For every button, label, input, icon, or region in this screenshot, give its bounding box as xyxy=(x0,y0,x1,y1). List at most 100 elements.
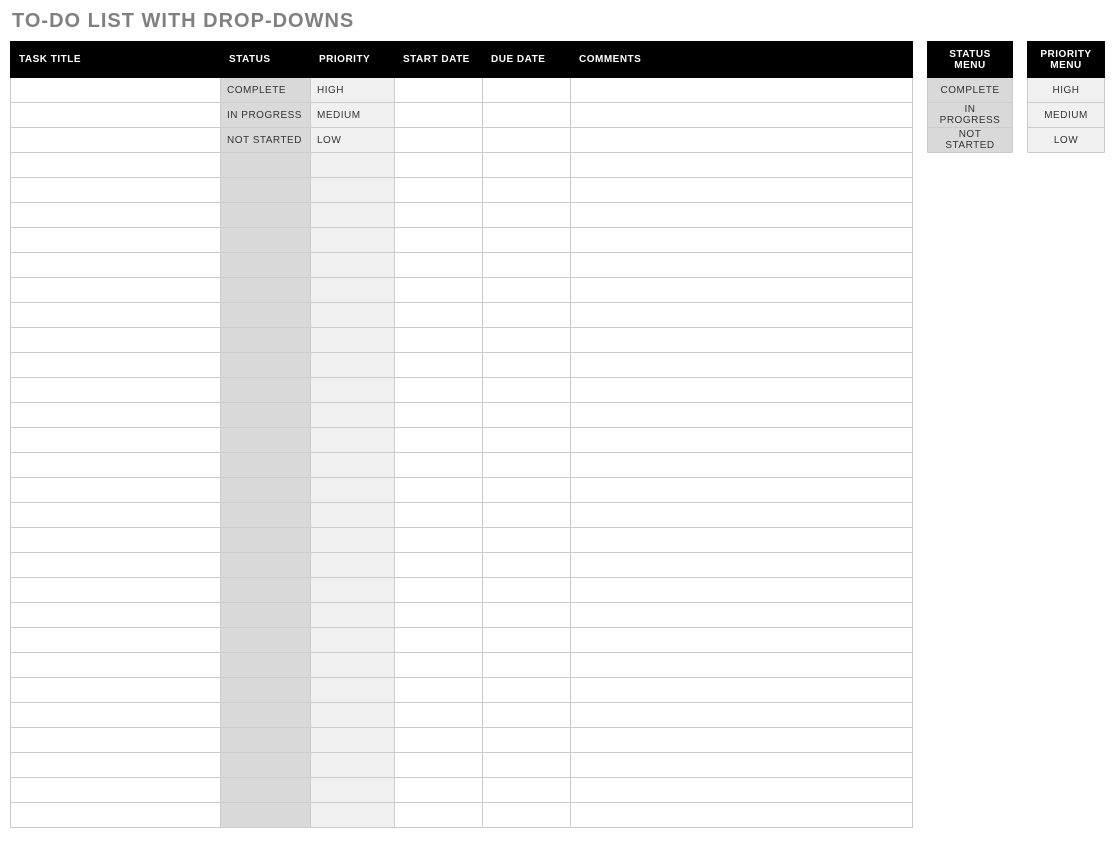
priority-cell[interactable] xyxy=(311,278,395,303)
start-date-cell[interactable] xyxy=(395,78,483,103)
comments-cell[interactable] xyxy=(571,653,913,678)
status-cell[interactable] xyxy=(221,528,311,553)
start-date-cell[interactable] xyxy=(395,428,483,453)
due-date-cell[interactable] xyxy=(483,203,571,228)
priority-cell[interactable] xyxy=(311,778,395,803)
start-date-cell[interactable] xyxy=(395,328,483,353)
priority-menu-item[interactable]: MEDIUM xyxy=(1028,103,1105,128)
status-cell[interactable] xyxy=(221,803,311,828)
due-date-cell[interactable] xyxy=(483,453,571,478)
task-cell[interactable] xyxy=(11,778,221,803)
task-cell[interactable] xyxy=(11,228,221,253)
due-date-cell[interactable] xyxy=(483,228,571,253)
due-date-cell[interactable] xyxy=(483,353,571,378)
status-menu-item[interactable]: NOT STARTED xyxy=(928,128,1013,153)
status-cell[interactable] xyxy=(221,553,311,578)
status-cell[interactable] xyxy=(221,453,311,478)
start-date-cell[interactable] xyxy=(395,528,483,553)
due-date-cell[interactable] xyxy=(483,628,571,653)
comments-cell[interactable] xyxy=(571,278,913,303)
start-date-cell[interactable] xyxy=(395,378,483,403)
priority-cell[interactable] xyxy=(311,553,395,578)
comments-cell[interactable] xyxy=(571,578,913,603)
start-date-cell[interactable] xyxy=(395,303,483,328)
start-date-cell[interactable] xyxy=(395,253,483,278)
comments-cell[interactable] xyxy=(571,203,913,228)
due-date-cell[interactable] xyxy=(483,103,571,128)
start-date-cell[interactable] xyxy=(395,803,483,828)
start-date-cell[interactable] xyxy=(395,578,483,603)
task-cell[interactable] xyxy=(11,553,221,578)
status-cell[interactable] xyxy=(221,503,311,528)
task-cell[interactable] xyxy=(11,728,221,753)
task-cell[interactable] xyxy=(11,353,221,378)
due-date-cell[interactable] xyxy=(483,303,571,328)
priority-cell[interactable] xyxy=(311,303,395,328)
status-cell[interactable] xyxy=(221,653,311,678)
comments-cell[interactable] xyxy=(571,453,913,478)
task-cell[interactable] xyxy=(11,428,221,453)
priority-cell[interactable]: HIGH xyxy=(311,78,395,103)
priority-cell[interactable] xyxy=(311,628,395,653)
due-date-cell[interactable] xyxy=(483,378,571,403)
priority-cell[interactable] xyxy=(311,678,395,703)
priority-cell[interactable] xyxy=(311,503,395,528)
priority-cell[interactable] xyxy=(311,378,395,403)
task-cell[interactable] xyxy=(11,103,221,128)
status-cell[interactable] xyxy=(221,603,311,628)
status-cell[interactable]: IN PROGRESS xyxy=(221,103,311,128)
comments-cell[interactable] xyxy=(571,678,913,703)
task-cell[interactable] xyxy=(11,678,221,703)
comments-cell[interactable] xyxy=(571,328,913,353)
priority-cell[interactable]: MEDIUM xyxy=(311,103,395,128)
task-cell[interactable] xyxy=(11,203,221,228)
priority-cell[interactable] xyxy=(311,528,395,553)
priority-cell[interactable] xyxy=(311,153,395,178)
due-date-cell[interactable] xyxy=(483,778,571,803)
status-cell[interactable] xyxy=(221,303,311,328)
start-date-cell[interactable] xyxy=(395,103,483,128)
due-date-cell[interactable] xyxy=(483,478,571,503)
priority-cell[interactable] xyxy=(311,228,395,253)
status-cell[interactable] xyxy=(221,628,311,653)
task-cell[interactable] xyxy=(11,328,221,353)
start-date-cell[interactable] xyxy=(395,228,483,253)
comments-cell[interactable] xyxy=(571,703,913,728)
due-date-cell[interactable] xyxy=(483,653,571,678)
status-cell[interactable] xyxy=(221,403,311,428)
priority-cell[interactable] xyxy=(311,253,395,278)
task-cell[interactable] xyxy=(11,503,221,528)
due-date-cell[interactable] xyxy=(483,153,571,178)
task-cell[interactable] xyxy=(11,153,221,178)
task-cell[interactable] xyxy=(11,253,221,278)
start-date-cell[interactable] xyxy=(395,603,483,628)
task-cell[interactable] xyxy=(11,453,221,478)
status-cell[interactable] xyxy=(221,378,311,403)
start-date-cell[interactable] xyxy=(395,403,483,428)
task-cell[interactable] xyxy=(11,303,221,328)
priority-menu-item[interactable]: HIGH xyxy=(1028,78,1105,103)
start-date-cell[interactable] xyxy=(395,278,483,303)
comments-cell[interactable] xyxy=(571,528,913,553)
due-date-cell[interactable] xyxy=(483,803,571,828)
status-cell[interactable] xyxy=(221,178,311,203)
due-date-cell[interactable] xyxy=(483,703,571,728)
comments-cell[interactable] xyxy=(571,803,913,828)
start-date-cell[interactable] xyxy=(395,203,483,228)
status-menu-item[interactable]: COMPLETE xyxy=(928,78,1013,103)
start-date-cell[interactable] xyxy=(395,153,483,178)
due-date-cell[interactable] xyxy=(483,253,571,278)
status-cell[interactable]: COMPLETE xyxy=(221,78,311,103)
comments-cell[interactable] xyxy=(571,103,913,128)
due-date-cell[interactable] xyxy=(483,603,571,628)
comments-cell[interactable] xyxy=(571,553,913,578)
priority-cell[interactable] xyxy=(311,578,395,603)
start-date-cell[interactable] xyxy=(395,353,483,378)
comments-cell[interactable] xyxy=(571,228,913,253)
priority-cell[interactable] xyxy=(311,453,395,478)
start-date-cell[interactable] xyxy=(395,628,483,653)
comments-cell[interactable] xyxy=(571,403,913,428)
status-cell[interactable] xyxy=(221,703,311,728)
status-cell[interactable] xyxy=(221,203,311,228)
task-cell[interactable] xyxy=(11,603,221,628)
